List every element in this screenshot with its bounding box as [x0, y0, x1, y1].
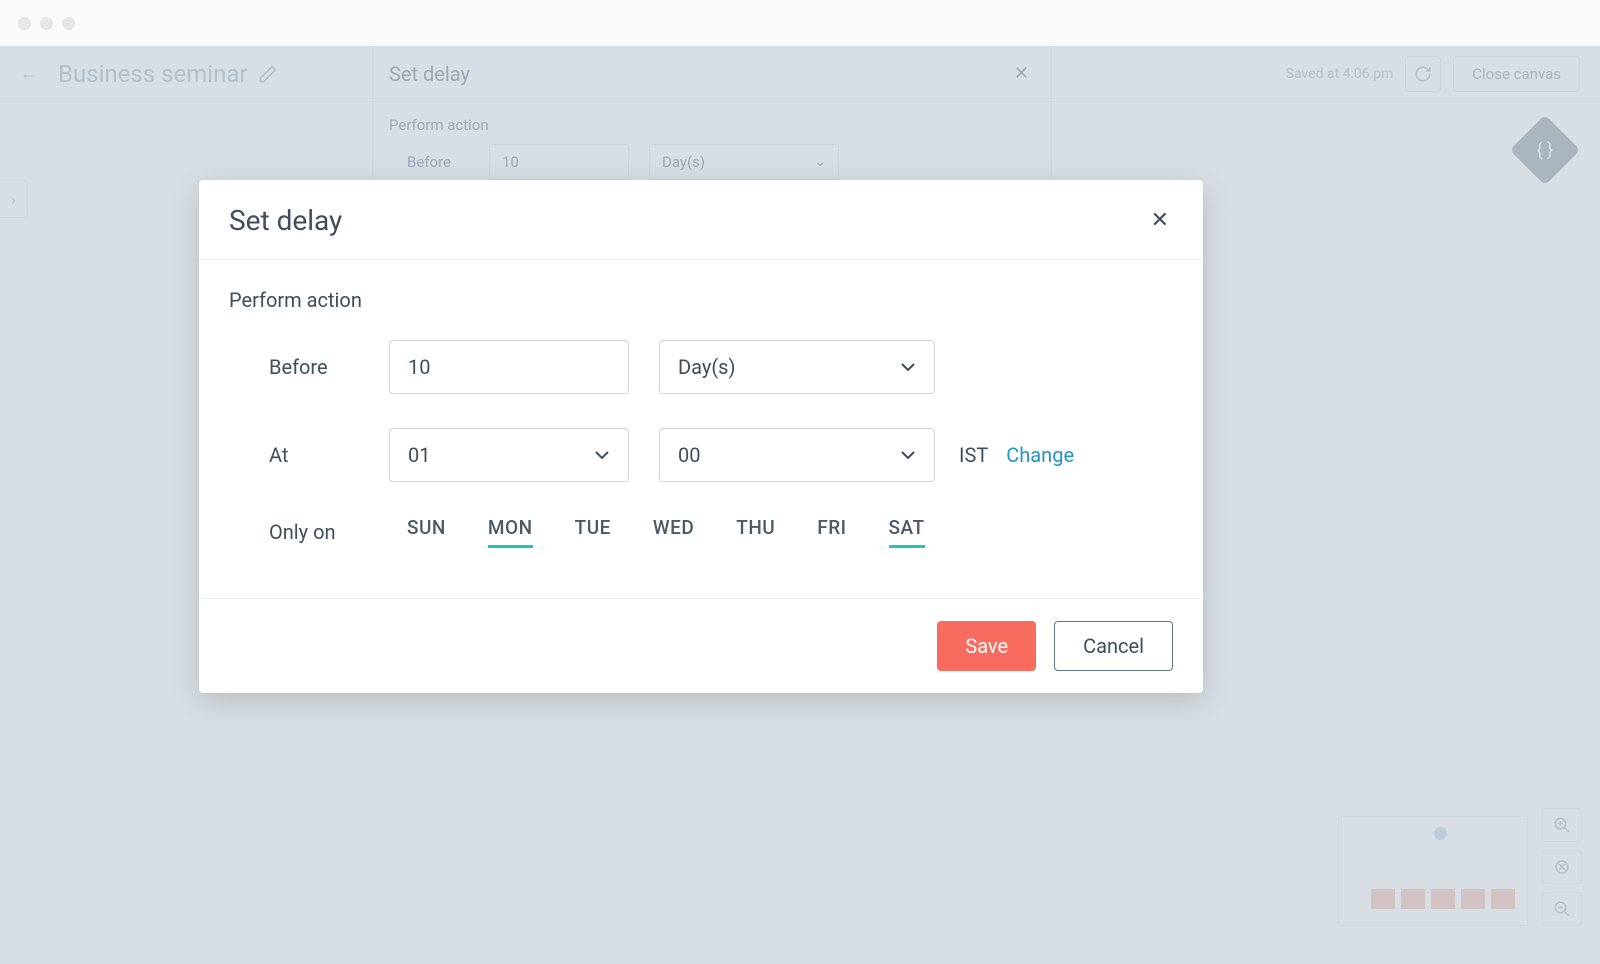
cancel-button[interactable]: Cancel [1054, 621, 1173, 671]
section-label: Perform action [229, 288, 1173, 312]
modal-footer: Save Cancel [199, 598, 1203, 693]
chrome-dot [18, 17, 31, 30]
minute-value: 00 [678, 443, 700, 467]
modal-body: Perform action Before 10 Day(s) At 01 00… [199, 260, 1203, 598]
at-row: At 01 00 IST Change [229, 428, 1173, 482]
day-tue[interactable]: TUE [575, 516, 611, 548]
close-icon[interactable]: ✕ [1147, 204, 1173, 237]
chrome-dot [62, 17, 75, 30]
day-wed[interactable]: WED [653, 516, 694, 548]
cancel-label: Cancel [1083, 634, 1144, 658]
chevron-down-icon [900, 450, 916, 460]
before-unit-select[interactable]: Day(s) [659, 340, 935, 394]
days-list: SUN MON TUE WED THU FRI SAT [389, 516, 925, 548]
chevron-down-icon [594, 450, 610, 460]
only-on-row: Only on SUN MON TUE WED THU FRI SAT [229, 516, 1173, 548]
at-label: At [229, 443, 389, 467]
minute-select[interactable]: 00 [659, 428, 935, 482]
only-on-label: Only on [229, 520, 389, 544]
set-delay-modal: Set delay ✕ Perform action Before 10 Day… [199, 180, 1203, 693]
day-fri[interactable]: FRI [817, 516, 846, 548]
chevron-down-icon [900, 362, 916, 372]
hour-select[interactable]: 01 [389, 428, 629, 482]
day-mon[interactable]: MON [488, 516, 533, 548]
before-label: Before [229, 355, 389, 379]
save-button[interactable]: Save [937, 621, 1036, 671]
day-sat[interactable]: SAT [889, 516, 925, 548]
modal-header: Set delay ✕ [199, 180, 1203, 260]
before-unit-value: Day(s) [678, 355, 735, 379]
timezone-text: IST [959, 443, 988, 467]
hour-value: 01 [408, 443, 430, 467]
save-label: Save [965, 634, 1008, 658]
chrome-dot [40, 17, 53, 30]
day-sun[interactable]: SUN [407, 516, 446, 548]
before-row: Before 10 Day(s) [229, 340, 1173, 394]
change-timezone-link[interactable]: Change [1006, 443, 1074, 467]
browser-chrome [0, 0, 1600, 46]
before-value: 10 [408, 355, 430, 379]
before-value-input[interactable]: 10 [389, 340, 629, 394]
day-thu[interactable]: THU [736, 516, 775, 548]
modal-title: Set delay [229, 204, 1147, 237]
